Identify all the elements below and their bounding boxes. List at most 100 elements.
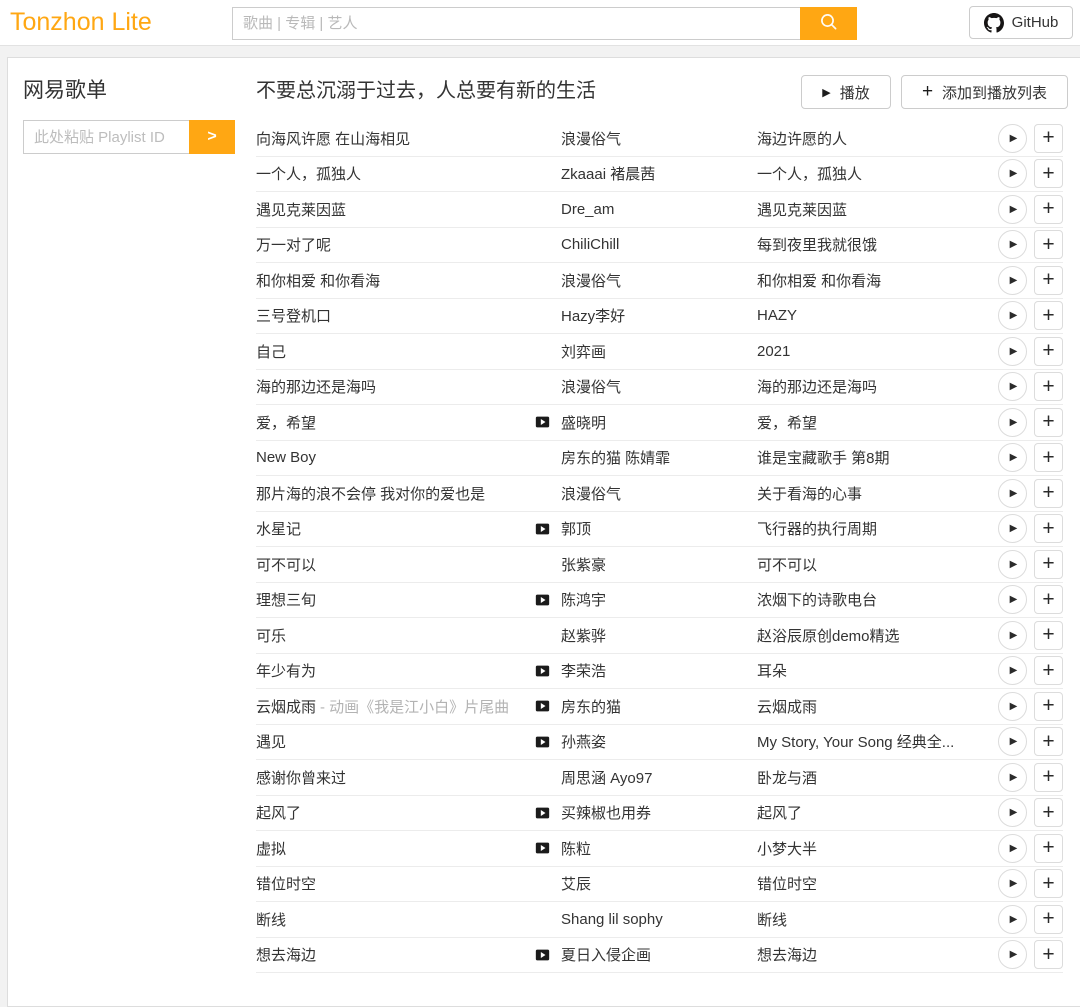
mv-icon[interactable] [534, 592, 551, 608]
add-song-button[interactable]: + [1034, 692, 1063, 721]
play-song-button[interactable]: ▶ [998, 124, 1027, 153]
mv-icon[interactable] [534, 734, 551, 750]
song-row: 遇见克莱因蓝Dre_am遇见克莱因蓝▶+ [256, 192, 1063, 228]
song-title: 可不可以 [256, 554, 534, 575]
add-song-button[interactable]: + [1034, 301, 1063, 330]
playlist-id-submit-button[interactable]: > [189, 120, 235, 154]
search-bar [232, 7, 857, 40]
add-song-button[interactable]: + [1034, 372, 1063, 401]
search-input[interactable] [232, 7, 800, 40]
play-song-button[interactable]: ▶ [998, 266, 1027, 295]
github-label: GitHub [1012, 14, 1059, 31]
song-album: 赵浴辰原创demo精选 [757, 625, 998, 646]
play-icon: ▶ [1010, 417, 1018, 428]
play-icon: ▶ [1010, 701, 1018, 712]
play-icon: ▶ [1010, 843, 1018, 854]
add-song-button[interactable]: + [1034, 124, 1063, 153]
play-song-button[interactable]: ▶ [998, 621, 1027, 650]
song-album: My Story, Your Song 经典全... [757, 731, 998, 752]
song-album: 可不可以 [757, 554, 998, 575]
add-song-button[interactable]: + [1034, 656, 1063, 685]
play-song-button[interactable]: ▶ [998, 408, 1027, 437]
app-logo[interactable]: Tonzhon Lite [10, 0, 152, 45]
mv-icon[interactable] [534, 663, 551, 679]
play-song-button[interactable]: ▶ [998, 763, 1027, 792]
song-album: 海的那边还是海吗 [757, 376, 998, 397]
add-song-button[interactable]: + [1034, 408, 1063, 437]
play-song-button[interactable]: ▶ [998, 550, 1027, 579]
add-song-button[interactable]: + [1034, 195, 1063, 224]
play-song-button[interactable]: ▶ [998, 230, 1027, 259]
add-song-button[interactable]: + [1034, 727, 1063, 756]
add-song-button[interactable]: + [1034, 905, 1063, 934]
add-song-button[interactable]: + [1034, 337, 1063, 366]
play-icon: ▶ [1010, 346, 1018, 357]
mv-icon[interactable] [534, 947, 551, 963]
song-artist: 浪漫俗气 [561, 128, 757, 149]
play-song-button[interactable]: ▶ [998, 869, 1027, 898]
song-album: 耳朵 [757, 660, 998, 681]
play-song-button[interactable]: ▶ [998, 656, 1027, 685]
play-song-button[interactable]: ▶ [998, 372, 1027, 401]
playlist-id-group: > [23, 120, 235, 154]
song-artist: Dre_am [561, 201, 757, 218]
play-song-button[interactable]: ▶ [998, 727, 1027, 756]
song-row: 遇见孙燕姿My Story, Your Song 经典全...▶+ [256, 725, 1063, 761]
add-song-button[interactable]: + [1034, 266, 1063, 295]
play-icon: ▶ [1010, 878, 1018, 889]
song-row: 和你相爱 和你看海浪漫俗气和你相爱 和你看海▶+ [256, 263, 1063, 299]
add-playlist-button[interactable]: + 添加到播放列表 [901, 75, 1068, 109]
play-icon: ▶ [1010, 275, 1018, 286]
play-icon: ▶ [1010, 559, 1018, 570]
search-button[interactable] [800, 7, 857, 40]
play-song-button[interactable]: ▶ [998, 301, 1027, 330]
mv-icon[interactable] [534, 840, 551, 856]
add-song-button[interactable]: + [1034, 230, 1063, 259]
mv-icon[interactable] [534, 805, 551, 821]
song-title: 断线 [256, 909, 534, 930]
play-song-button[interactable]: ▶ [998, 479, 1027, 508]
song-title: 自己 [256, 341, 534, 362]
add-song-button[interactable]: + [1034, 869, 1063, 898]
mv-icon[interactable] [534, 414, 551, 430]
song-title: 感谢你曾来过 [256, 767, 534, 788]
play-icon: ▶ [1010, 594, 1018, 605]
song-artist: ChiliChill [561, 236, 757, 253]
play-song-button[interactable]: ▶ [998, 798, 1027, 827]
add-song-button[interactable]: + [1034, 550, 1063, 579]
mv-icon[interactable] [534, 521, 551, 537]
play-song-button[interactable]: ▶ [998, 159, 1027, 188]
play-song-button[interactable]: ▶ [998, 692, 1027, 721]
play-song-button[interactable]: ▶ [998, 834, 1027, 863]
song-artist: Hazy李好 [561, 305, 757, 326]
add-song-button[interactable]: + [1034, 514, 1063, 543]
mv-icon[interactable] [534, 698, 551, 714]
add-song-button[interactable]: + [1034, 763, 1063, 792]
add-song-button[interactable]: + [1034, 479, 1063, 508]
song-title: 三号登机口 [256, 305, 534, 326]
play-song-button[interactable]: ▶ [998, 585, 1027, 614]
play-playlist-button[interactable]: ▶ 播放 [801, 75, 891, 109]
play-icon: ▶ [1010, 310, 1018, 321]
github-button[interactable]: GitHub [969, 6, 1073, 39]
song-row: 爱，希望盛晓明爱，希望▶+ [256, 405, 1063, 441]
song-title: 一个人，孤独人 [256, 163, 534, 184]
add-song-button[interactable]: + [1034, 798, 1063, 827]
song-artist: 艾辰 [561, 873, 757, 894]
add-song-button[interactable]: + [1034, 621, 1063, 650]
song-title: 万一对了呢 [256, 234, 534, 255]
play-song-button[interactable]: ▶ [998, 443, 1027, 472]
song-row: 理想三旬陈鸿宇浓烟下的诗歌电台▶+ [256, 583, 1063, 619]
play-song-button[interactable]: ▶ [998, 905, 1027, 934]
playlist-id-input[interactable] [23, 120, 189, 154]
song-title: 海的那边还是海吗 [256, 376, 534, 397]
add-song-button[interactable]: + [1034, 585, 1063, 614]
add-song-button[interactable]: + [1034, 159, 1063, 188]
song-album: 起风了 [757, 802, 998, 823]
play-song-button[interactable]: ▶ [998, 195, 1027, 224]
play-song-button[interactable]: ▶ [998, 337, 1027, 366]
play-song-button[interactable]: ▶ [998, 514, 1027, 543]
song-album: HAZY [757, 307, 998, 324]
add-song-button[interactable]: + [1034, 443, 1063, 472]
add-song-button[interactable]: + [1034, 834, 1063, 863]
